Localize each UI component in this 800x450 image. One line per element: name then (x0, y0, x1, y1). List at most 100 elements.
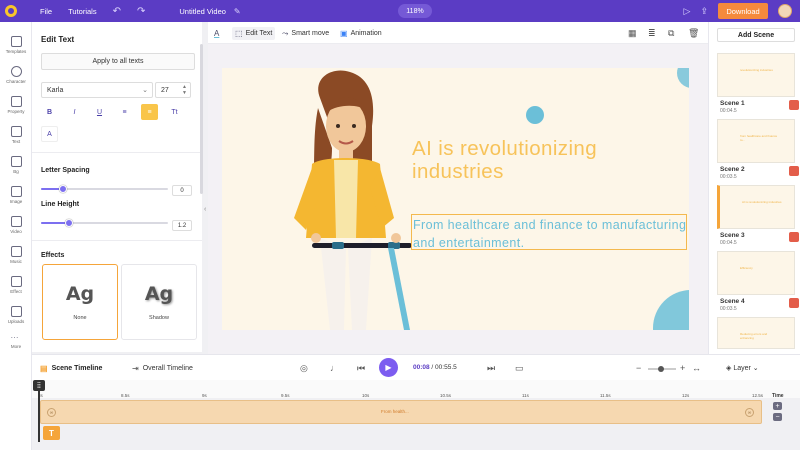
preview-play-icon[interactable]: ▷ (684, 6, 691, 17)
animation-tool[interactable]: ▣ Animation (340, 27, 382, 40)
rail-item-image[interactable]: Image (0, 186, 32, 204)
zoom-level[interactable]: 118% (398, 4, 432, 18)
collapse-panel-icon[interactable]: ‹ (204, 206, 206, 213)
slider-knob[interactable] (64, 219, 73, 227)
track-start-handle-icon[interactable]: ∞ (47, 408, 56, 417)
line-height-slider[interactable] (41, 219, 168, 227)
effect-sample: Ag (144, 283, 174, 305)
tick-label: 11.5s (600, 393, 611, 398)
animation-icon: ▣ (340, 29, 348, 38)
playhead-handle[interactable]: ⣿ (33, 380, 45, 391)
rail-item-property[interactable]: Property (0, 96, 32, 114)
time-decrease-button[interactable]: − (773, 413, 782, 421)
skip-forward-icon[interactable]: ⏭ (487, 363, 495, 374)
headline-text[interactable]: AI is revolutionizing industries (412, 137, 652, 183)
image-icon (10, 186, 22, 197)
scene-thumbnail[interactable] (789, 298, 799, 308)
font-size-stepper-icon[interactable]: ▲ ▼ (182, 84, 187, 96)
edit-text-tool[interactable]: ⬚ Edit Text (232, 27, 276, 40)
duplicate-icon[interactable]: ⧉ (668, 28, 674, 39)
smart-move-tool[interactable]: ⤳ Smart move (282, 27, 329, 40)
scene-thumbnail[interactable] (789, 100, 799, 110)
subtitles-icon[interactable]: ▭ (515, 363, 524, 374)
play-button[interactable]: ▶ (379, 358, 398, 377)
time-column-label: Time (772, 393, 784, 399)
fit-width-icon[interactable]: ↔ (692, 363, 701, 373)
project-title[interactable]: Untitled Video (179, 7, 226, 16)
apply-to-all-button[interactable]: Apply to all texts (41, 53, 195, 70)
camera-icon[interactable]: ◎ (300, 363, 308, 374)
text-color-button[interactable]: A (41, 126, 58, 142)
font-size-field[interactable]: 27 ▲ ▼ (155, 82, 191, 98)
rail-item-effect[interactable]: Effect (0, 276, 32, 294)
scene-thumbnail[interactable] (789, 232, 799, 242)
rail-item-character[interactable]: Character (0, 66, 32, 84)
scene-card-5[interactable]: Reducing errors and enhancing (717, 317, 795, 349)
underline-button[interactable]: U (91, 104, 108, 120)
undo-icon[interactable]: ↶ (113, 6, 121, 17)
font-family-select[interactable]: Karla ⌄ (41, 82, 153, 98)
decor-circle (653, 290, 689, 330)
rail-label: Music (10, 259, 22, 264)
scene-timeline-icon: ▤ (40, 364, 48, 373)
scene-card-4[interactable]: Efficiency (717, 251, 795, 295)
rail-item-music[interactable]: Music (0, 246, 32, 264)
skip-back-icon[interactable]: ⏮ (357, 363, 365, 374)
layer-button[interactable]: ◈ Layer ⌄ (726, 364, 759, 372)
timeline-ruler[interactable]: 8s 8.5s 9s 9.5s 10s 10.5s 11s 11.5s 12s … (32, 380, 800, 398)
rail-item-uploads[interactable]: Uploads (0, 306, 32, 324)
rail-item-bg[interactable]: Bg (0, 156, 32, 174)
text-layer-icon[interactable]: T (43, 426, 60, 440)
slider-knob[interactable] (658, 366, 664, 372)
menu-tutorials[interactable]: Tutorials (68, 7, 96, 16)
subline-text[interactable]: From healthcare and finance to manufactu… (413, 216, 689, 252)
app-logo[interactable] (0, 0, 22, 22)
download-button[interactable]: Download (718, 3, 768, 19)
delete-icon[interactable]: 🗑 (688, 28, 699, 39)
layer-order-icon[interactable]: ≣ (648, 28, 656, 39)
zoom-out-icon[interactable]: − (636, 363, 641, 373)
timeline-zoom-slider[interactable] (648, 366, 676, 372)
panel-scrollbar[interactable] (200, 44, 203, 194)
music-icon (10, 246, 22, 257)
character-woman-on-scooter[interactable] (272, 68, 442, 330)
letter-spacing-slider[interactable] (41, 185, 168, 193)
tab-overall-timeline[interactable]: ⇥ Overall Timeline (132, 364, 193, 373)
rail-item-more[interactable]: ··· More (0, 334, 32, 350)
text-case-button[interactable]: Tt (166, 104, 183, 120)
time-increase-button[interactable]: + (773, 402, 782, 410)
align-button[interactable]: ≡ (141, 104, 158, 120)
menu-file[interactable]: File (40, 7, 52, 16)
effect-shadow-card[interactable]: Ag Shadow (121, 264, 197, 340)
effects-label: Effects (41, 252, 65, 259)
track-end-handle-icon[interactable]: ∞ (745, 408, 754, 417)
scene-canvas[interactable]: AI is revolutionizing industries From he… (222, 68, 689, 330)
italic-button[interactable]: I (66, 104, 83, 120)
redo-icon[interactable]: ↷ (137, 6, 145, 17)
effect-none-card[interactable]: Ag None (42, 264, 118, 340)
microphone-icon[interactable]: ♩ (330, 363, 339, 373)
bold-button[interactable]: B (41, 104, 58, 120)
share-icon[interactable]: ⇪ (700, 6, 708, 17)
tab-scene-timeline[interactable]: ▤ Scene Timeline (40, 364, 102, 373)
avatar[interactable] (778, 4, 792, 18)
edit-title-icon[interactable]: ✎ (234, 7, 241, 16)
text-track-bar[interactable]: ∞ From health... ∞ (40, 400, 762, 424)
add-scene-button[interactable]: Add Scene (717, 28, 795, 42)
scene-card-2[interactable]: from healthcare and finance to... (717, 119, 795, 163)
zoom-in-icon[interactable]: + (680, 363, 685, 373)
scene-card-1[interactable]: revolutionizing industries (717, 53, 795, 97)
transparency-icon[interactable]: ▦ (628, 28, 637, 39)
scene-thumbnail[interactable] (789, 166, 799, 176)
top-bar: File Tutorials ↶ ↷ Untitled Video ✎ 118%… (0, 0, 800, 22)
letter-spacing-value[interactable]: 0 (172, 185, 192, 196)
rail-item-video[interactable]: Video (0, 216, 32, 234)
tool-label: Edit Text (245, 30, 273, 37)
scene-card-3[interactable]: AI is revolutionizing industries (717, 185, 795, 229)
line-height-value[interactable]: 1.2 (172, 220, 192, 231)
list-button[interactable]: ≡ (116, 104, 133, 120)
rail-item-text[interactable]: Text (0, 126, 32, 144)
text-color-tool[interactable]: A (214, 27, 222, 40)
rail-item-templates[interactable]: Templates (0, 36, 32, 54)
slider-knob[interactable] (58, 185, 67, 193)
